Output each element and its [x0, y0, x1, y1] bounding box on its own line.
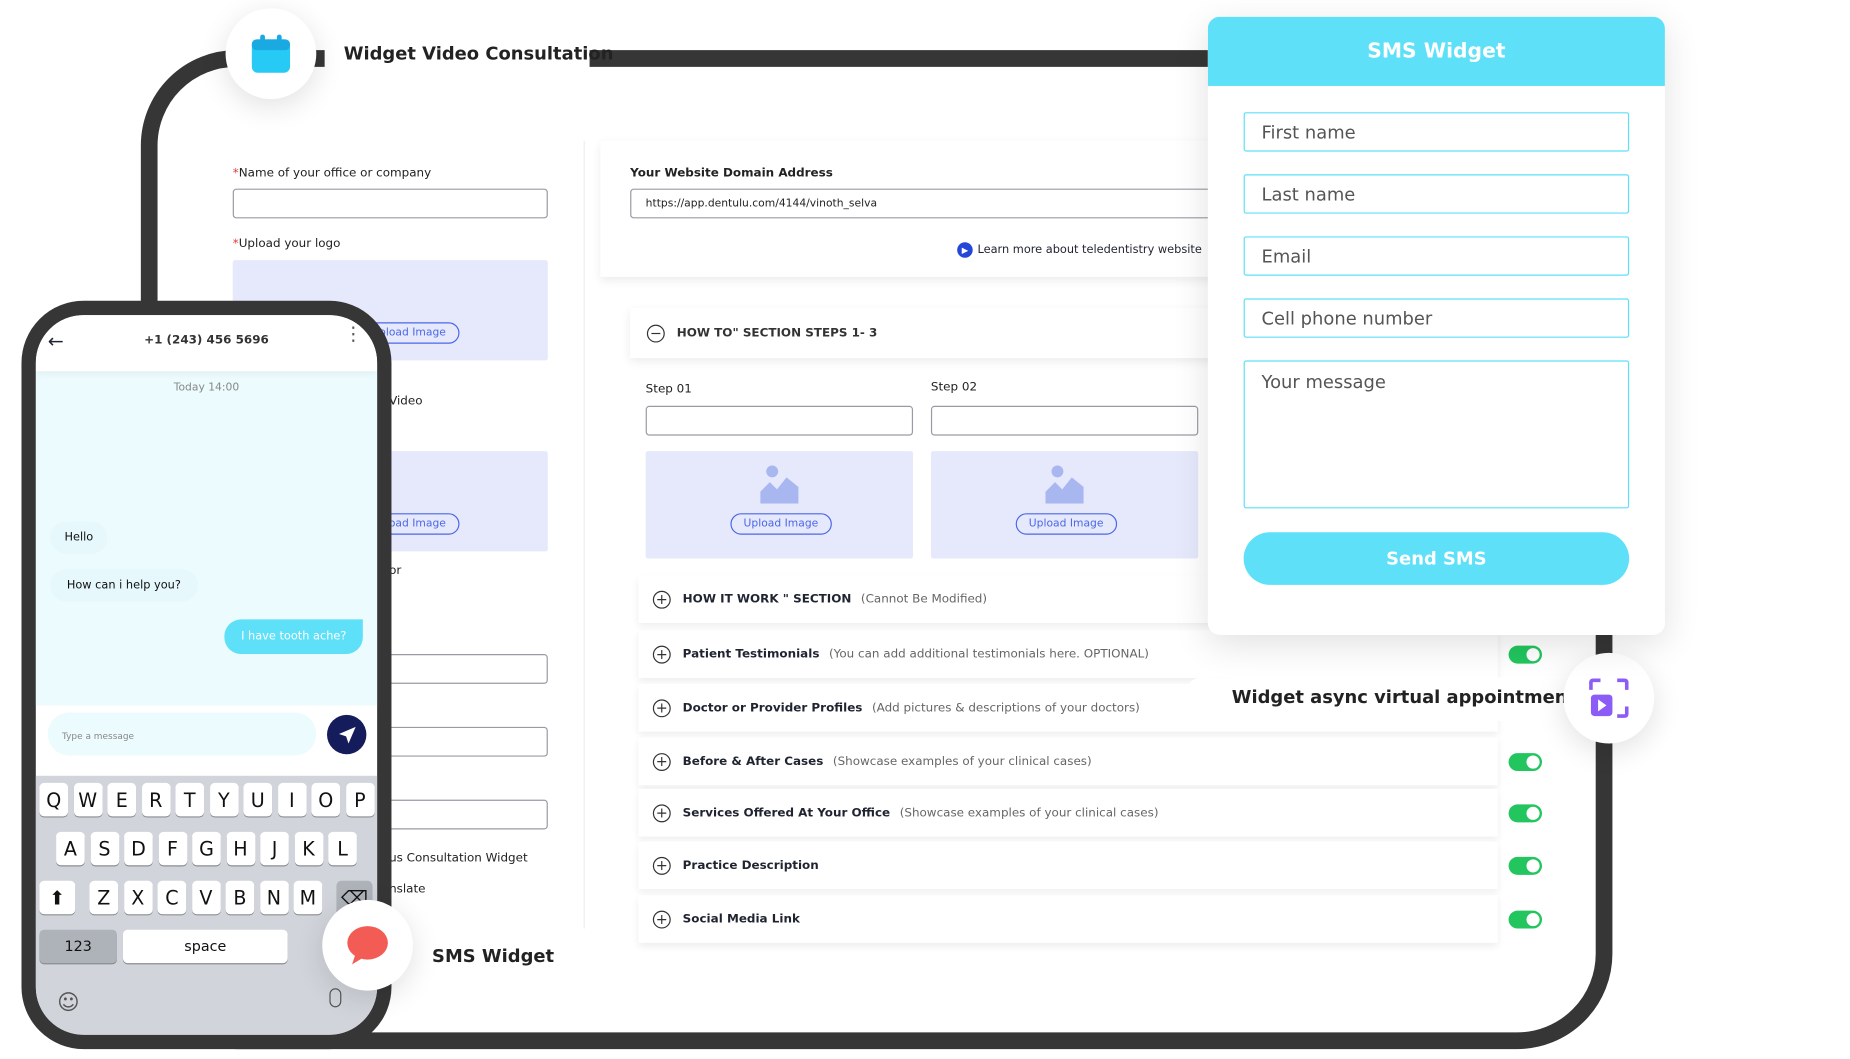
- cell-phone-field[interactable]: Cell phone number: [1243, 298, 1630, 338]
- image-icon: [1045, 465, 1084, 504]
- chat-area: Today 14:00 Hello How can i help you? I …: [35, 371, 378, 706]
- key-f[interactable]: F: [158, 831, 187, 866]
- video-label-fragment: Video: [389, 395, 423, 409]
- key-q[interactable]: Q: [39, 782, 69, 817]
- microphone-icon[interactable]: [329, 988, 342, 1008]
- sms-widget-label: SMS Widget: [432, 945, 555, 967]
- email-field[interactable]: Email: [1243, 236, 1630, 276]
- office-input[interactable]: [232, 188, 548, 219]
- section-toggle[interactable]: [1508, 645, 1543, 664]
- last-name-field[interactable]: Last name: [1243, 174, 1630, 214]
- key-v[interactable]: V: [191, 880, 221, 915]
- domain-input[interactable]: https://app.dentulu.com/4144/vinoth_selv…: [630, 188, 1227, 219]
- key-b[interactable]: B: [225, 880, 255, 915]
- step-02-upload-area[interactable]: Upload Image: [930, 451, 1199, 559]
- section-row[interactable]: + Practice Description: [638, 841, 1498, 890]
- chat-bubble-icon: [347, 926, 388, 965]
- widget-label-fragment: us Consultation Widget: [389, 852, 528, 866]
- step-01-label: Step 01: [645, 383, 692, 397]
- key-r[interactable]: R: [141, 782, 171, 817]
- key-n[interactable]: N: [259, 880, 289, 915]
- shift-key[interactable]: ⬆: [39, 880, 76, 915]
- section-toggle[interactable]: [1508, 804, 1543, 823]
- numbers-key[interactable]: 123: [39, 929, 117, 964]
- key-c[interactable]: C: [157, 880, 187, 915]
- key-o[interactable]: O: [311, 782, 341, 817]
- expand-icon: +: [652, 856, 671, 875]
- send-icon: [338, 726, 356, 743]
- video-widget-badge: [1563, 652, 1655, 744]
- expand-icon: +: [652, 645, 671, 663]
- expand-icon: +: [652, 752, 671, 771]
- chat-timestamp: Today 14:00: [173, 381, 240, 394]
- key-h[interactable]: H: [226, 831, 255, 866]
- send-sms-button[interactable]: Send SMS: [1243, 532, 1630, 585]
- step-02-label: Step 02: [930, 380, 978, 394]
- section-row[interactable]: + Before & After Cases (Showcase examples …: [638, 737, 1498, 786]
- how-to-section-header[interactable]: − HOW TO" SECTION STEPS 1- 3: [630, 307, 1239, 359]
- key-t[interactable]: T: [175, 782, 205, 817]
- sms-widget-title: SMS Widget: [1207, 16, 1665, 86]
- step-01-upload-button[interactable]: Upload Image: [730, 513, 832, 535]
- key-m[interactable]: M: [293, 880, 323, 915]
- expand-icon: +: [652, 590, 671, 609]
- key-i[interactable]: I: [277, 782, 307, 817]
- key-g[interactable]: G: [192, 831, 221, 866]
- step-01-upload-area[interactable]: Upload Image: [645, 451, 914, 559]
- phone-number: +1 (243) 456 5696: [144, 334, 269, 348]
- emoji-icon[interactable]: ☺: [57, 991, 79, 1016]
- key-s[interactable]: S: [90, 831, 119, 866]
- collapse-icon: −: [646, 324, 665, 342]
- key-j[interactable]: J: [260, 831, 289, 866]
- message-field[interactable]: Your message: [1243, 360, 1630, 509]
- keyboard: Q W E R T Y U I O P A S D F G H J K L ⬆ Z X C V B N M ⌫ 123 space ☺: [35, 775, 378, 1035]
- domain-label: Your Website Domain Address: [630, 167, 833, 181]
- key-p[interactable]: P: [345, 782, 375, 817]
- section-toggle[interactable]: [1508, 910, 1543, 929]
- chat-header: ← +1 (243) 456 5696 ⋮: [35, 315, 378, 372]
- expand-icon: +: [652, 803, 671, 822]
- office-label: *Name of your office or company: [232, 167, 432, 181]
- key-x[interactable]: X: [123, 880, 153, 915]
- key-d[interactable]: D: [124, 831, 153, 866]
- translate-label-fragment: nslate: [389, 883, 426, 897]
- more-options-icon[interactable]: ⋮: [344, 324, 363, 343]
- async-appointments-label: Widget async virtual appointments: [1231, 686, 1587, 708]
- message-bubble: Hello: [50, 521, 108, 554]
- video-play-icon: [1589, 678, 1629, 718]
- message-input[interactable]: Type a message: [47, 712, 317, 756]
- key-a[interactable]: A: [56, 831, 85, 866]
- message-bubble: How can i help you?: [50, 569, 198, 602]
- send-message-button[interactable]: [327, 714, 367, 755]
- section-row[interactable]: + Social Media Link: [638, 895, 1498, 943]
- column-divider: [583, 140, 585, 929]
- space-key[interactable]: space: [122, 929, 288, 964]
- section-row[interactable]: + Services Offered At Your Office (Showcas…: [638, 788, 1498, 837]
- first-name-field[interactable]: First name: [1243, 112, 1630, 152]
- key-l[interactable]: L: [328, 831, 357, 866]
- calendar-badge: [225, 8, 317, 100]
- tablet-title: Widget Video Consultation: [343, 42, 614, 65]
- expand-icon: +: [652, 698, 671, 717]
- step-02-upload-button[interactable]: Upload Image: [1015, 513, 1117, 535]
- section-toggle[interactable]: [1508, 856, 1543, 875]
- logo-label: *Upload your logo: [232, 237, 341, 251]
- key-z[interactable]: Z: [89, 880, 119, 915]
- section-toggle[interactable]: [1508, 753, 1543, 772]
- key-e[interactable]: E: [107, 782, 137, 817]
- section-row[interactable]: + Patient Testimonials (You can add additi…: [638, 630, 1498, 678]
- calendar-icon: [251, 34, 291, 73]
- image-icon: [760, 465, 799, 504]
- sms-widget-badge: [322, 899, 413, 991]
- learn-more-link[interactable]: ▶ Learn more about teledentistry website: [957, 242, 1202, 258]
- step-01-input[interactable]: [645, 405, 914, 436]
- key-y[interactable]: Y: [209, 782, 239, 817]
- key-w[interactable]: W: [73, 782, 103, 817]
- step-02-input[interactable]: [930, 405, 1199, 436]
- play-icon: ▶: [957, 242, 973, 258]
- message-bubble-sent: I have tooth ache?: [224, 619, 364, 655]
- expand-icon: +: [652, 910, 671, 928]
- key-k[interactable]: K: [294, 831, 323, 866]
- key-u[interactable]: U: [243, 782, 273, 817]
